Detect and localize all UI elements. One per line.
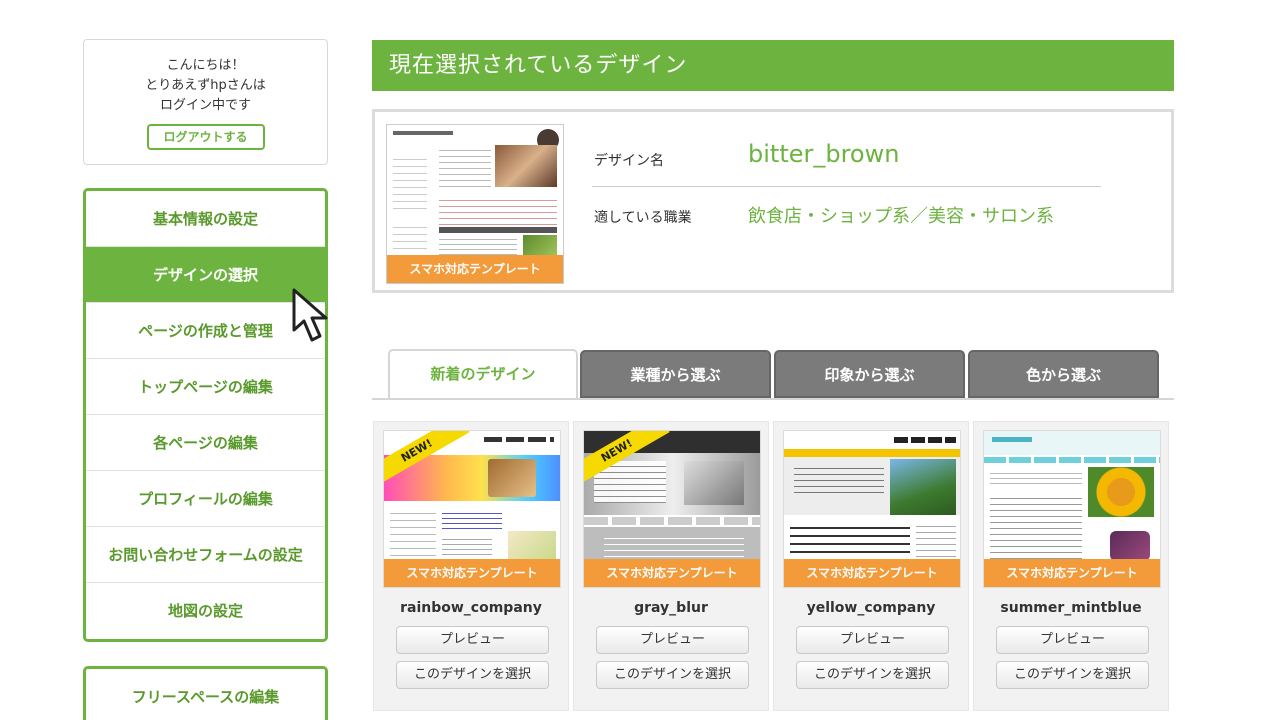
sidebar-item-design-select[interactable]: デザインの選択 [86,247,325,303]
sidebar-item-basic-info[interactable]: 基本情報の設定 [86,191,325,247]
page: こんにちは！ とりあえずhpさんは ログイン中です ログアウトする 基本情報の設… [0,0,1280,720]
sidebar-menu: 基本情報の設定 デザインの選択 ページの作成と管理 トップページの編集 各ページ… [83,188,328,642]
sidebar-item-top-page-edit[interactable]: トップページの編集 [86,359,325,415]
design-thumbnail[interactable]: NEW! スマホ対応テンプレート [583,430,761,588]
greeting-line-1: こんにちは！ [166,58,245,73]
design-card: スマホ対応テンプレート yellow_company プレビュー このデザインを… [773,421,969,711]
design-card: NEW! スマホ対応テンプレート gray_blur プレビュー このデザインを… [573,421,769,711]
sidebar-item-profile-edit[interactable]: プロフィールの編集 [86,471,325,527]
job-label: 適している職業 [594,210,692,226]
design-name: gray_blur [634,600,708,616]
design-card: NEW! スマホ対応テンプレート rainbow_company プレビュー こ… [373,421,569,711]
thumbnail-banner: スマホ対応テンプレート [984,559,1160,587]
sidebar-item-contact-form[interactable]: お問い合わせフォームの設定 [86,527,325,583]
tab-new-designs[interactable]: 新着のデザイン [388,349,578,400]
sidebar-item-map-settings[interactable]: 地図の設定 [86,583,325,639]
sidebar-item-each-page-edit[interactable]: 各ページの編集 [86,415,325,471]
design-name-label: デザイン名 [594,153,664,169]
tab-by-industry[interactable]: 業種から選ぶ [580,350,771,398]
mouse-cursor-icon [292,288,328,342]
select-design-button[interactable]: このデザインを選択 [596,661,749,689]
thumbnail-banner: スマホ対応テンプレート [784,559,960,587]
design-tabs: 新着のデザイン 業種から選ぶ 印象から選ぶ 色から選ぶ [386,349,1174,400]
design-name: yellow_company [806,600,936,616]
select-design-button[interactable]: このデザインを選択 [396,661,549,689]
sidebar-item-page-management[interactable]: ページの作成と管理 [86,303,325,359]
greeting-line-3: ログイン中です [159,98,251,113]
design-thumbnail[interactable]: スマホ対応テンプレート [783,430,961,588]
thumbnail-banner: スマホ対応テンプレート [387,255,563,283]
current-design-thumbnail: スマホ対応テンプレート [386,124,564,284]
design-name: summer_mintblue [1000,600,1142,616]
design-name: rainbow_company [400,600,542,616]
current-design-header: 現在選択されているデザイン [372,40,1174,91]
tab-by-impression[interactable]: 印象から選ぶ [774,350,965,398]
tab-by-color[interactable]: 色から選ぶ [968,350,1159,398]
sidebar-item-free-space[interactable]: フリースペースの編集 [86,669,325,720]
design-thumbnail[interactable]: スマホ対応テンプレート [983,430,1161,588]
design-card: スマホ対応テンプレート summer_mintblue プレビュー このデザイン… [973,421,1169,711]
thumbnail-banner: スマホ対応テンプレート [384,559,560,587]
sidebar-menu-secondary: フリースペースの編集 [83,666,328,720]
thumbnail-banner: スマホ対応テンプレート [584,559,760,587]
info-divider [592,186,1101,187]
job-value: 飲食店・ショップ系／美容・サロン系 [748,206,1054,227]
design-thumbnail[interactable]: NEW! スマホ対応テンプレート [383,430,561,588]
greeting-line-2: とりあえずhpさんは [145,78,266,93]
current-design-panel: スマホ対応テンプレート デザイン名 bitter_brown 適している職業 飲… [372,109,1174,293]
preview-button[interactable]: プレビュー [396,626,549,654]
preview-button[interactable]: プレビュー [596,626,749,654]
select-design-button[interactable]: このデザインを選択 [796,661,949,689]
login-status-box: こんにちは！ とりあえずhpさんは ログイン中です ログアウトする [83,39,328,165]
tabs-underline [372,398,1174,400]
select-design-button[interactable]: このデザインを選択 [996,661,1149,689]
design-name-value: bitter_brown [748,140,900,168]
logout-button[interactable]: ログアウトする [146,124,265,150]
preview-button[interactable]: プレビュー [796,626,949,654]
preview-button[interactable]: プレビュー [996,626,1149,654]
